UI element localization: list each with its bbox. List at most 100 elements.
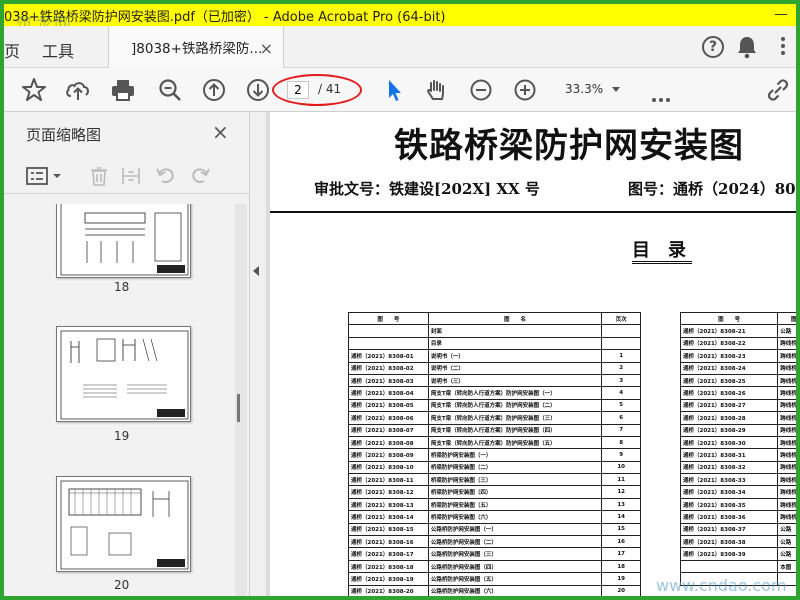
page-cell: 9 [601, 448, 641, 462]
scrollbar-thumb[interactable] [237, 394, 240, 422]
rotate-right-icon[interactable] [188, 164, 212, 188]
drawing-name-cell: 桥梁防护网安装图（二） [427, 460, 603, 475]
page-thumbnail[interactable] [56, 204, 191, 278]
drawing-number-cell: 通桥（2021）8308-25 [679, 373, 779, 388]
page-cell: 10 [601, 460, 641, 475]
drawing-number-cell: 通桥（2021）8308-24 [679, 361, 779, 375]
drawing-number-cell: 通桥（2021）8308-15 [348, 522, 429, 537]
drawing-name-cell: 跨线桥 [777, 448, 796, 462]
close-icon[interactable]: × [260, 39, 273, 58]
drawing-number-cell: 通桥（2021）8308-23 [679, 349, 779, 363]
page-up-icon[interactable] [200, 76, 228, 104]
table-row: 通桥（2021）8308-38 公路 [679, 535, 796, 549]
drawing-name-cell: 桥梁防护网安装图（四） [427, 485, 603, 499]
page-total: / 41 [318, 82, 342, 96]
page-down-icon[interactable] [244, 76, 272, 104]
drawing-name-cell: 跨线桥 [777, 361, 796, 375]
drawing-number-cell: 通桥（2021）8308-32 [679, 460, 779, 475]
page-number-input[interactable]: 2 [287, 81, 309, 99]
thumbnail-options-icon[interactable] [26, 166, 64, 186]
document-tab[interactable]: ]8038+铁路桥梁防... × [108, 26, 284, 68]
zoom-search-icon[interactable] [156, 76, 184, 104]
drawing-name-cell: 跨线桥 [777, 460, 796, 475]
drawing-number-cell: 通桥（2021）8308-03 [348, 373, 429, 388]
more-vertical-icon[interactable] [776, 34, 790, 60]
document-title: 铁路桥梁防护网安装图 [394, 126, 744, 166]
table-row: 通桥（2021）8308-36 跨线桥 [679, 510, 796, 524]
page-cell: 20 [601, 584, 641, 596]
drawing-name-cell: 公路桥防护网安装图（五） [427, 572, 603, 586]
page-cell: 5 [601, 398, 641, 413]
table-row: 通桥（2021）8308-10 桥梁防护网安装图（二） 10 [348, 460, 641, 475]
document-view[interactable]: 铁路桥梁防护网安装图 审批文号：铁建设[202X] XX 号 图号：通桥（202… [266, 112, 796, 596]
cloud-upload-icon[interactable] [64, 76, 92, 104]
acrobat-window: 038+铁路桥梁防护网安装图.pdf（已加密） - Adobe Acrobat … [0, 0, 800, 600]
page-cell: 14 [601, 510, 641, 524]
table-row: 通桥（2021）8308-09 桥梁防护网安装图（一） 9 [348, 448, 641, 462]
extract-pages-icon[interactable] [120, 165, 142, 187]
toc-table-right: 图 号 图 通桥（2021）8308-21 公路 通桥（2021）8308-22 跨线… [679, 311, 796, 586]
thumbnail-list: 18 19 20 [4, 204, 234, 596]
page-cell: 1 [601, 349, 641, 363]
drawing-number-cell: 通桥（2021）8308-31 [679, 448, 779, 462]
table-row: 通桥（2021）8308-21 公路 [679, 324, 796, 338]
collapse-panel-icon[interactable] [253, 266, 259, 276]
drawing-name-cell: 跨线桥 [777, 373, 796, 388]
table-row: 通桥（2021）8308-28 跨线桥 [679, 411, 796, 425]
drawing-number-cell: 通桥（2021）8308-35 [679, 497, 779, 512]
table-row: 通桥（2021）8308-13 桥梁防护网安装图（五） 13 [348, 497, 641, 512]
page-cell: 13 [601, 497, 641, 512]
page-cell [601, 324, 641, 338]
zoom-minus-icon[interactable] [467, 76, 495, 104]
pointer-icon[interactable] [380, 76, 408, 104]
table-row: 通桥（2021）8308-33 跨线桥 [679, 473, 796, 487]
toc-table-left: 图 号 图 名 页次 封面 目录 通桥（2021）8308-01 说明书（一） 1 通桥（… [348, 311, 641, 596]
table-row: 通桥（2021）8308-12 桥梁防护网安装图（四） 12 [348, 485, 641, 499]
star-icon[interactable] [20, 76, 48, 104]
rotate-left-icon[interactable] [154, 164, 178, 188]
toolbar: 2 / 41 33.3% [4, 68, 796, 112]
table-row: 通桥（2021）8308-22 跨线桥 [679, 336, 796, 351]
drawing-name-cell: 公路桥防护网安装图（二） [427, 535, 603, 549]
panel-scrollbar[interactable] [235, 204, 247, 596]
close-icon[interactable]: × [212, 120, 229, 144]
drawing-number-cell [679, 559, 779, 574]
hand-icon[interactable] [422, 76, 450, 104]
more-icon[interactable] [652, 87, 673, 106]
page-thumbnail[interactable] [56, 476, 191, 572]
table-row: 通桥（2021）8308-35 跨线桥 [679, 497, 796, 512]
drawing-name-cell: 公路 [777, 324, 796, 338]
trash-icon[interactable] [88, 165, 110, 187]
table-row: 通桥（2021）8308-11 桥梁防护网安装图（三） 11 [348, 473, 641, 487]
bell-icon[interactable] [736, 35, 758, 59]
page-thumbnail[interactable] [56, 326, 191, 422]
drawing-number-cell: 通桥（2021）8308-22 [679, 336, 779, 351]
drawing-number-cell: 通桥（2021）8308-33 [679, 473, 779, 487]
drawing-name-cell: 公路 [777, 547, 796, 561]
table-row: 通桥（2021）8308-01 说明书（一） 1 [348, 349, 641, 363]
drawing-name-cell: 公路桥防护网安装图（一） [427, 522, 603, 537]
drawing-name-cell: 说明书（三） [427, 373, 603, 388]
drawing-number-cell: 通桥（2021）8308-08 [348, 435, 429, 450]
print-icon[interactable] [109, 76, 137, 104]
menu-tools[interactable]: 工具 [42, 38, 74, 62]
table-row: 通桥（2021）8308-03 说明书（三） 3 [348, 373, 641, 388]
drawing-number-cell: 通桥（2021）8308-26 [679, 386, 779, 400]
drawing-name-cell: 桥梁防护网安装图（三） [427, 473, 603, 487]
drawing-number-cell: 通桥（2021）8308-18 [348, 559, 429, 574]
drawing-number-cell: 通桥（2021）8308-16 [348, 535, 429, 549]
zoom-level[interactable]: 33.3% [565, 82, 603, 96]
chevron-down-icon[interactable] [612, 87, 620, 92]
drawing-name-cell: 公路桥防护网安装图（六） [427, 584, 603, 596]
drawing-number-cell: 通桥（2021）8308-13 [348, 497, 429, 512]
share-link-icon[interactable] [764, 76, 792, 104]
page-cell: 8 [601, 435, 641, 450]
minimize-button[interactable] [772, 6, 790, 22]
table-row: 通桥（2021）8308-29 跨线桥 [679, 423, 796, 437]
drawing-name-cell: 跨线桥 [777, 423, 796, 437]
drawing-number-cell: 通桥（2021）8308-21 [679, 324, 779, 338]
zoom-plus-icon[interactable] [511, 76, 539, 104]
drawing-name-cell: 简支T梁（转向防人行道方案）防护网安装图（一） [427, 386, 603, 400]
help-icon[interactable]: ? [702, 36, 724, 58]
menu-home[interactable]: 页 [4, 38, 20, 62]
